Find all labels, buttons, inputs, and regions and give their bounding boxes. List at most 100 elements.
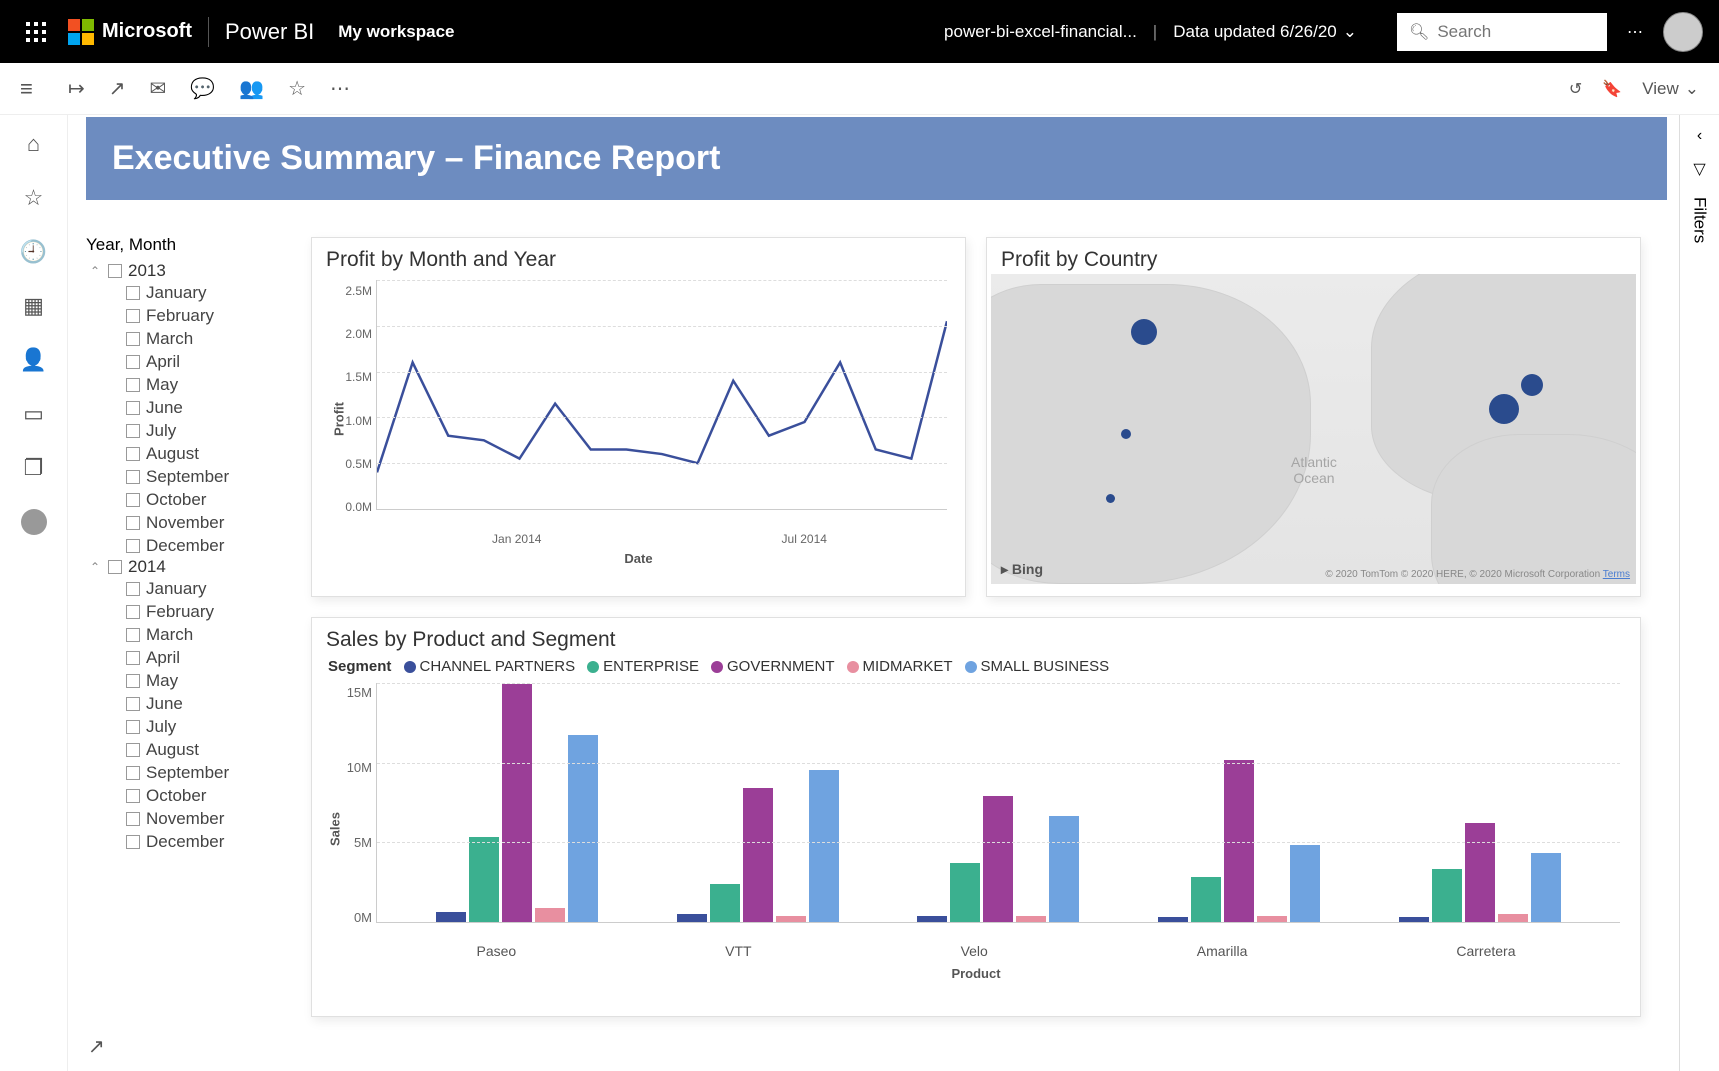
subscribe-icon[interactable]: ✉ — [150, 76, 167, 101]
map-bubble[interactable] — [1489, 394, 1519, 424]
checkbox[interactable] — [126, 789, 140, 803]
slicer-month[interactable]: September — [126, 761, 296, 784]
legend-item[interactable]: GOVERNMENT — [711, 658, 835, 675]
bar[interactable] — [1158, 917, 1188, 922]
slicer-month[interactable]: April — [126, 646, 296, 669]
checkbox[interactable] — [126, 812, 140, 826]
bar[interactable] — [950, 863, 980, 922]
home-icon[interactable]: ⌂ — [27, 131, 40, 157]
file-name[interactable]: power-bi-excel-financial... — [944, 22, 1137, 42]
reset-icon[interactable]: ↺ — [1569, 79, 1582, 99]
checkbox[interactable] — [126, 674, 140, 688]
bar[interactable] — [1049, 816, 1079, 922]
terms-link[interactable]: Terms — [1603, 569, 1630, 580]
favorite-icon[interactable]: ☆ — [288, 76, 306, 101]
view-button[interactable]: View ⌄ — [1642, 79, 1699, 99]
sales-bar-visual[interactable]: Sales by Product and Segment Segment CHA… — [311, 617, 1641, 1017]
search-input[interactable]: 🔍︎ — [1397, 13, 1607, 51]
hamburger-icon[interactable]: ≡ — [20, 76, 33, 102]
checkbox[interactable] — [126, 720, 140, 734]
checkbox[interactable] — [126, 651, 140, 665]
checkbox[interactable] — [126, 309, 140, 323]
slicer-month[interactable]: March — [126, 327, 296, 350]
slicer-month[interactable]: January — [126, 281, 296, 304]
checkbox[interactable] — [126, 743, 140, 757]
slicer-month[interactable]: December — [126, 534, 296, 557]
bookmark-icon[interactable]: 🔖 — [1602, 79, 1622, 99]
apps-icon[interactable]: ▦ — [23, 293, 44, 319]
legend-item[interactable]: CHANNEL PARTNERS — [404, 658, 576, 675]
bar[interactable] — [1498, 914, 1528, 922]
slicer-month[interactable]: August — [126, 442, 296, 465]
legend-item[interactable]: ENTERPRISE — [587, 658, 699, 675]
map-bubble[interactable] — [1131, 319, 1157, 345]
share-icon[interactable]: ↗ — [109, 76, 126, 101]
bar[interactable] — [469, 837, 499, 922]
checkbox[interactable] — [126, 493, 140, 507]
slicer-month[interactable]: July — [126, 715, 296, 738]
bar[interactable] — [776, 916, 806, 922]
slicer-month[interactable]: May — [126, 669, 296, 692]
product-label[interactable]: Power BI — [225, 19, 314, 45]
filters-pane[interactable]: ‹ ▽ Filters — [1679, 115, 1719, 1071]
search-field[interactable] — [1437, 22, 1595, 42]
legend-item[interactable]: SMALL BUSINESS — [965, 658, 1110, 675]
slicer-month[interactable]: January — [126, 577, 296, 600]
workspace-breadcrumb[interactable]: My workspace — [338, 22, 454, 42]
checkbox[interactable] — [126, 470, 140, 484]
bar[interactable] — [1016, 916, 1046, 922]
export-icon[interactable]: ↦ — [68, 76, 85, 101]
bar[interactable] — [535, 908, 565, 922]
slicer-month[interactable]: August — [126, 738, 296, 761]
bar[interactable] — [1257, 916, 1287, 922]
bar[interactable] — [1399, 917, 1429, 922]
profit-map-visual[interactable]: Profit by Country AtlanticOcean ▸ Bing ©… — [986, 237, 1641, 597]
checkbox[interactable] — [126, 766, 140, 780]
checkbox[interactable] — [126, 355, 140, 369]
checkbox[interactable] — [126, 401, 140, 415]
checkbox[interactable] — [126, 424, 140, 438]
bar[interactable] — [1432, 869, 1462, 922]
chevron-left-icon[interactable]: ‹ — [1697, 127, 1702, 145]
slicer-month[interactable]: November — [126, 807, 296, 830]
date-slicer[interactable]: Year, Month ⌃2013JanuaryFebruaryMarchApr… — [86, 235, 296, 853]
bar[interactable] — [677, 914, 707, 922]
bar[interactable] — [1290, 845, 1320, 922]
legend-item[interactable]: MIDMARKET — [847, 658, 953, 675]
slicer-month[interactable]: May — [126, 373, 296, 396]
slicer-month[interactable]: February — [126, 600, 296, 623]
bar[interactable] — [917, 916, 947, 922]
bar[interactable] — [809, 770, 839, 922]
data-updated[interactable]: Data updated 6/26/20 ⌄ — [1173, 22, 1357, 42]
chevron-up-icon[interactable]: ⌃ — [90, 560, 102, 574]
slicer-month[interactable]: July — [126, 419, 296, 442]
workspaces-icon[interactable]: ❐ — [24, 455, 44, 481]
bar[interactable] — [436, 912, 466, 922]
chevron-up-icon[interactable]: ⌃ — [90, 264, 102, 278]
profit-line-visual[interactable]: Profit by Month and Year Profit 2.5M2.0M… — [311, 237, 966, 597]
checkbox[interactable] — [126, 332, 140, 346]
more-icon[interactable]: ⋯ — [330, 76, 350, 101]
filter-icon[interactable]: ▽ — [1693, 159, 1705, 179]
slicer-month[interactable]: February — [126, 304, 296, 327]
bar[interactable] — [1531, 853, 1561, 922]
slicer-month[interactable]: September — [126, 465, 296, 488]
slicer-month[interactable]: June — [126, 396, 296, 419]
slicer-month[interactable]: December — [126, 830, 296, 853]
checkbox[interactable] — [126, 539, 140, 553]
popout-icon[interactable]: ↗ — [88, 1034, 105, 1059]
checkbox[interactable] — [126, 447, 140, 461]
more-options-icon[interactable]: ⋯ — [1627, 22, 1643, 42]
map-bubble[interactable] — [1121, 429, 1131, 439]
checkbox[interactable] — [126, 628, 140, 642]
slicer-year[interactable]: ⌃2013 — [90, 261, 296, 281]
learn-icon[interactable]: ▭ — [23, 401, 44, 427]
slicer-month[interactable]: April — [126, 350, 296, 373]
slicer-month[interactable]: March — [126, 623, 296, 646]
my-workspace-icon[interactable] — [21, 509, 47, 535]
avatar[interactable] — [1663, 12, 1703, 52]
slicer-month[interactable]: October — [126, 488, 296, 511]
teams-icon[interactable]: 👥 — [239, 76, 264, 101]
slicer-month[interactable]: October — [126, 784, 296, 807]
comment-icon[interactable]: 💬 — [190, 76, 215, 101]
